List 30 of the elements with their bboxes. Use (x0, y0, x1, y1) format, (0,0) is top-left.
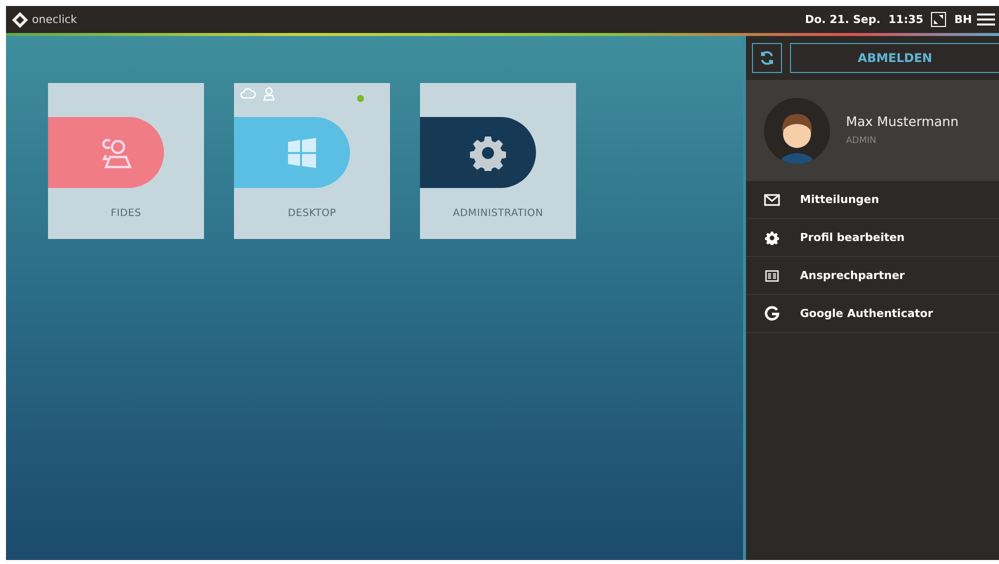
date-text: Do. 21. Sep. (804, 13, 880, 26)
menu-icon[interactable] (977, 13, 995, 26)
time-text: 11:35 (888, 13, 924, 26)
user-initials: BH (954, 13, 972, 26)
menu-item[interactable]: Ansprechpartner (746, 257, 999, 295)
menu-item[interactable]: Profil bearbeiten (746, 219, 999, 257)
google-g-icon (764, 306, 780, 322)
mail-icon (764, 194, 780, 206)
logo-text: oneclick (32, 13, 78, 26)
arrows-icon (934, 15, 944, 24)
tile-label: DESKTOP (288, 208, 336, 219)
logout-button[interactable]: ABMELDEN (790, 43, 999, 73)
refresh-button[interactable] (752, 43, 782, 73)
user-icon (262, 87, 276, 101)
user-role: ADMIN (846, 136, 878, 146)
tile-label: ADMINISTRATION (452, 208, 544, 219)
menu-item[interactable]: Mitteilungen (746, 181, 999, 219)
expand-button[interactable] (931, 12, 946, 27)
contact-card-icon (765, 270, 779, 282)
app-tile[interactable]: ADMINISTRATION (420, 83, 576, 239)
settings-icon (765, 230, 779, 244)
logo-icon (12, 12, 28, 28)
tile-label: FIDES (110, 208, 142, 219)
app-tile[interactable]: FIDES (48, 83, 204, 239)
app-tile[interactable]: DESKTOP (234, 83, 390, 239)
menu-item[interactable]: Google Authenticator (746, 295, 999, 333)
cloud-icon (240, 87, 256, 99)
gear-icon (470, 134, 506, 170)
refresh-icon (759, 50, 775, 66)
user-name: Max Mustermann (846, 115, 959, 130)
